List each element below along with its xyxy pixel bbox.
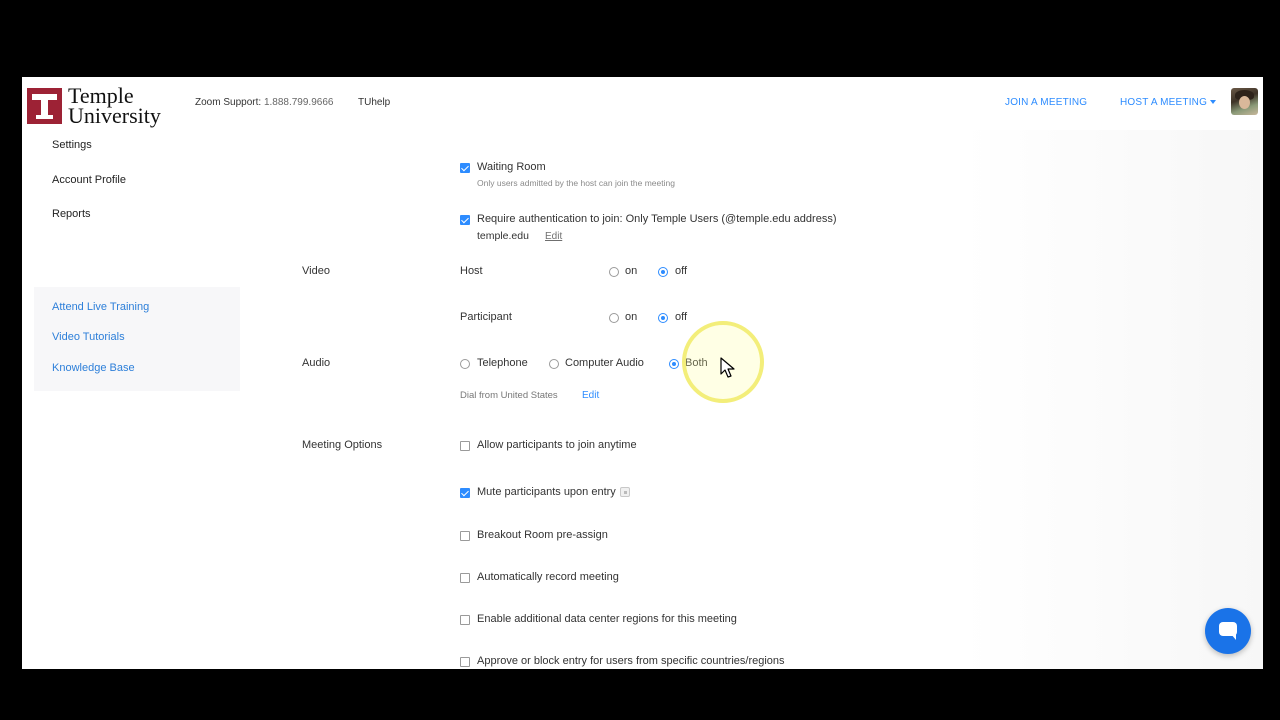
chat-button[interactable] bbox=[1205, 608, 1251, 654]
mute-upon-entry-row: Mute participants upon entry bbox=[477, 486, 630, 498]
audio-telephone-label: Telephone bbox=[477, 357, 528, 369]
dial-from-text: Dial from United States bbox=[460, 390, 558, 401]
video-tutorials-link[interactable]: Video Tutorials bbox=[52, 331, 125, 343]
info-icon[interactable] bbox=[619, 487, 630, 498]
avatar[interactable] bbox=[1231, 88, 1258, 115]
video-participant-off-radio[interactable] bbox=[658, 313, 668, 323]
support-label: Zoom Support: bbox=[195, 97, 262, 108]
settings-content: Waiting Room Only users admitted by the … bbox=[262, 130, 1263, 669]
waiting-room-description: Only users admitted by the host can join… bbox=[477, 178, 675, 188]
video-participant-on-radio[interactable] bbox=[609, 313, 619, 323]
mouse-pointer-icon bbox=[720, 357, 735, 378]
data-center-regions-checkbox[interactable] bbox=[460, 615, 470, 625]
sidebar-item-account-profile[interactable]: Account Profile bbox=[52, 174, 126, 186]
mute-upon-entry-label: Mute participants upon entry bbox=[477, 486, 616, 498]
host-meeting-label: HOST A MEETING bbox=[1120, 97, 1208, 108]
caret-down-icon bbox=[1210, 100, 1217, 105]
sidebar-item-reports[interactable]: Reports bbox=[52, 208, 91, 220]
breakout-preassign-label: Breakout Room pre-assign bbox=[477, 529, 608, 541]
audio-computer-radio[interactable] bbox=[549, 359, 559, 369]
knowledge-base-link[interactable]: Knowledge Base bbox=[52, 362, 135, 374]
audio-computer-label: Computer Audio bbox=[565, 357, 644, 369]
audio-section-label: Audio bbox=[302, 357, 331, 369]
video-participant-on-label: on bbox=[625, 311, 638, 323]
support-phone[interactable]: 1.888.799.9666 bbox=[264, 97, 334, 108]
data-center-regions-label: Enable additional data center regions fo… bbox=[477, 613, 737, 625]
video-participant-label: Participant bbox=[460, 311, 512, 323]
audio-both-radio[interactable] bbox=[669, 359, 679, 369]
zoom-support: Zoom Support: 1.888.799.9666 bbox=[195, 97, 333, 108]
video-section-label: Video bbox=[302, 265, 330, 277]
video-participant-off-label: off bbox=[675, 311, 688, 323]
approve-block-countries-checkbox[interactable] bbox=[460, 657, 470, 667]
video-host-label: Host bbox=[460, 265, 483, 277]
breakout-preassign-checkbox[interactable] bbox=[460, 531, 470, 541]
video-host-on-label: on bbox=[625, 265, 638, 277]
sidebar: Settings Account Profile Reports Attend … bbox=[22, 130, 262, 669]
require-auth-label: Require authentication to join: Only Tem… bbox=[477, 213, 837, 225]
temple-logo[interactable]: Temple University bbox=[27, 85, 161, 128]
auto-record-label: Automatically record meeting bbox=[477, 571, 619, 583]
browser-screen: Temple University Zoom Support: 1.888.79… bbox=[22, 77, 1263, 669]
auto-record-checkbox[interactable] bbox=[460, 573, 470, 583]
waiting-room-label: Waiting Room bbox=[477, 161, 546, 173]
approve-block-countries-label: Approve or block entry for users from sp… bbox=[477, 655, 785, 667]
attend-live-training-link[interactable]: Attend Live Training bbox=[52, 301, 149, 313]
auth-edit-link[interactable]: Edit bbox=[545, 231, 562, 242]
sidebar-item-settings[interactable]: Settings bbox=[52, 139, 92, 151]
tuhelp-link[interactable]: TUhelp bbox=[358, 97, 390, 108]
waiting-room-checkbox[interactable] bbox=[460, 163, 470, 173]
join-meeting-link[interactable]: JOIN A MEETING bbox=[1005, 97, 1087, 108]
host-meeting-menu[interactable]: HOST A MEETING bbox=[1120, 97, 1217, 108]
video-host-off-label: off bbox=[675, 265, 688, 277]
mute-upon-entry-checkbox[interactable] bbox=[460, 488, 470, 498]
video-host-on-radio[interactable] bbox=[609, 267, 619, 277]
allow-join-anytime-label: Allow participants to join anytime bbox=[477, 439, 637, 451]
help-links-panel: Attend Live Training Video Tutorials Kno… bbox=[34, 287, 240, 391]
logo-text-line2: University bbox=[68, 103, 161, 128]
allow-join-anytime-checkbox[interactable] bbox=[460, 441, 470, 451]
require-auth-checkbox[interactable] bbox=[460, 215, 470, 225]
temple-t-icon bbox=[27, 88, 62, 124]
auth-domain: temple.edu bbox=[477, 230, 529, 242]
logo-text: Temple University bbox=[68, 85, 161, 128]
dial-from-edit-link[interactable]: Edit bbox=[582, 390, 599, 401]
video-host-off-radio[interactable] bbox=[658, 267, 668, 277]
top-header: Temple University Zoom Support: 1.888.79… bbox=[22, 77, 1263, 130]
meeting-options-section-label: Meeting Options bbox=[302, 439, 383, 451]
audio-telephone-radio[interactable] bbox=[460, 359, 470, 369]
